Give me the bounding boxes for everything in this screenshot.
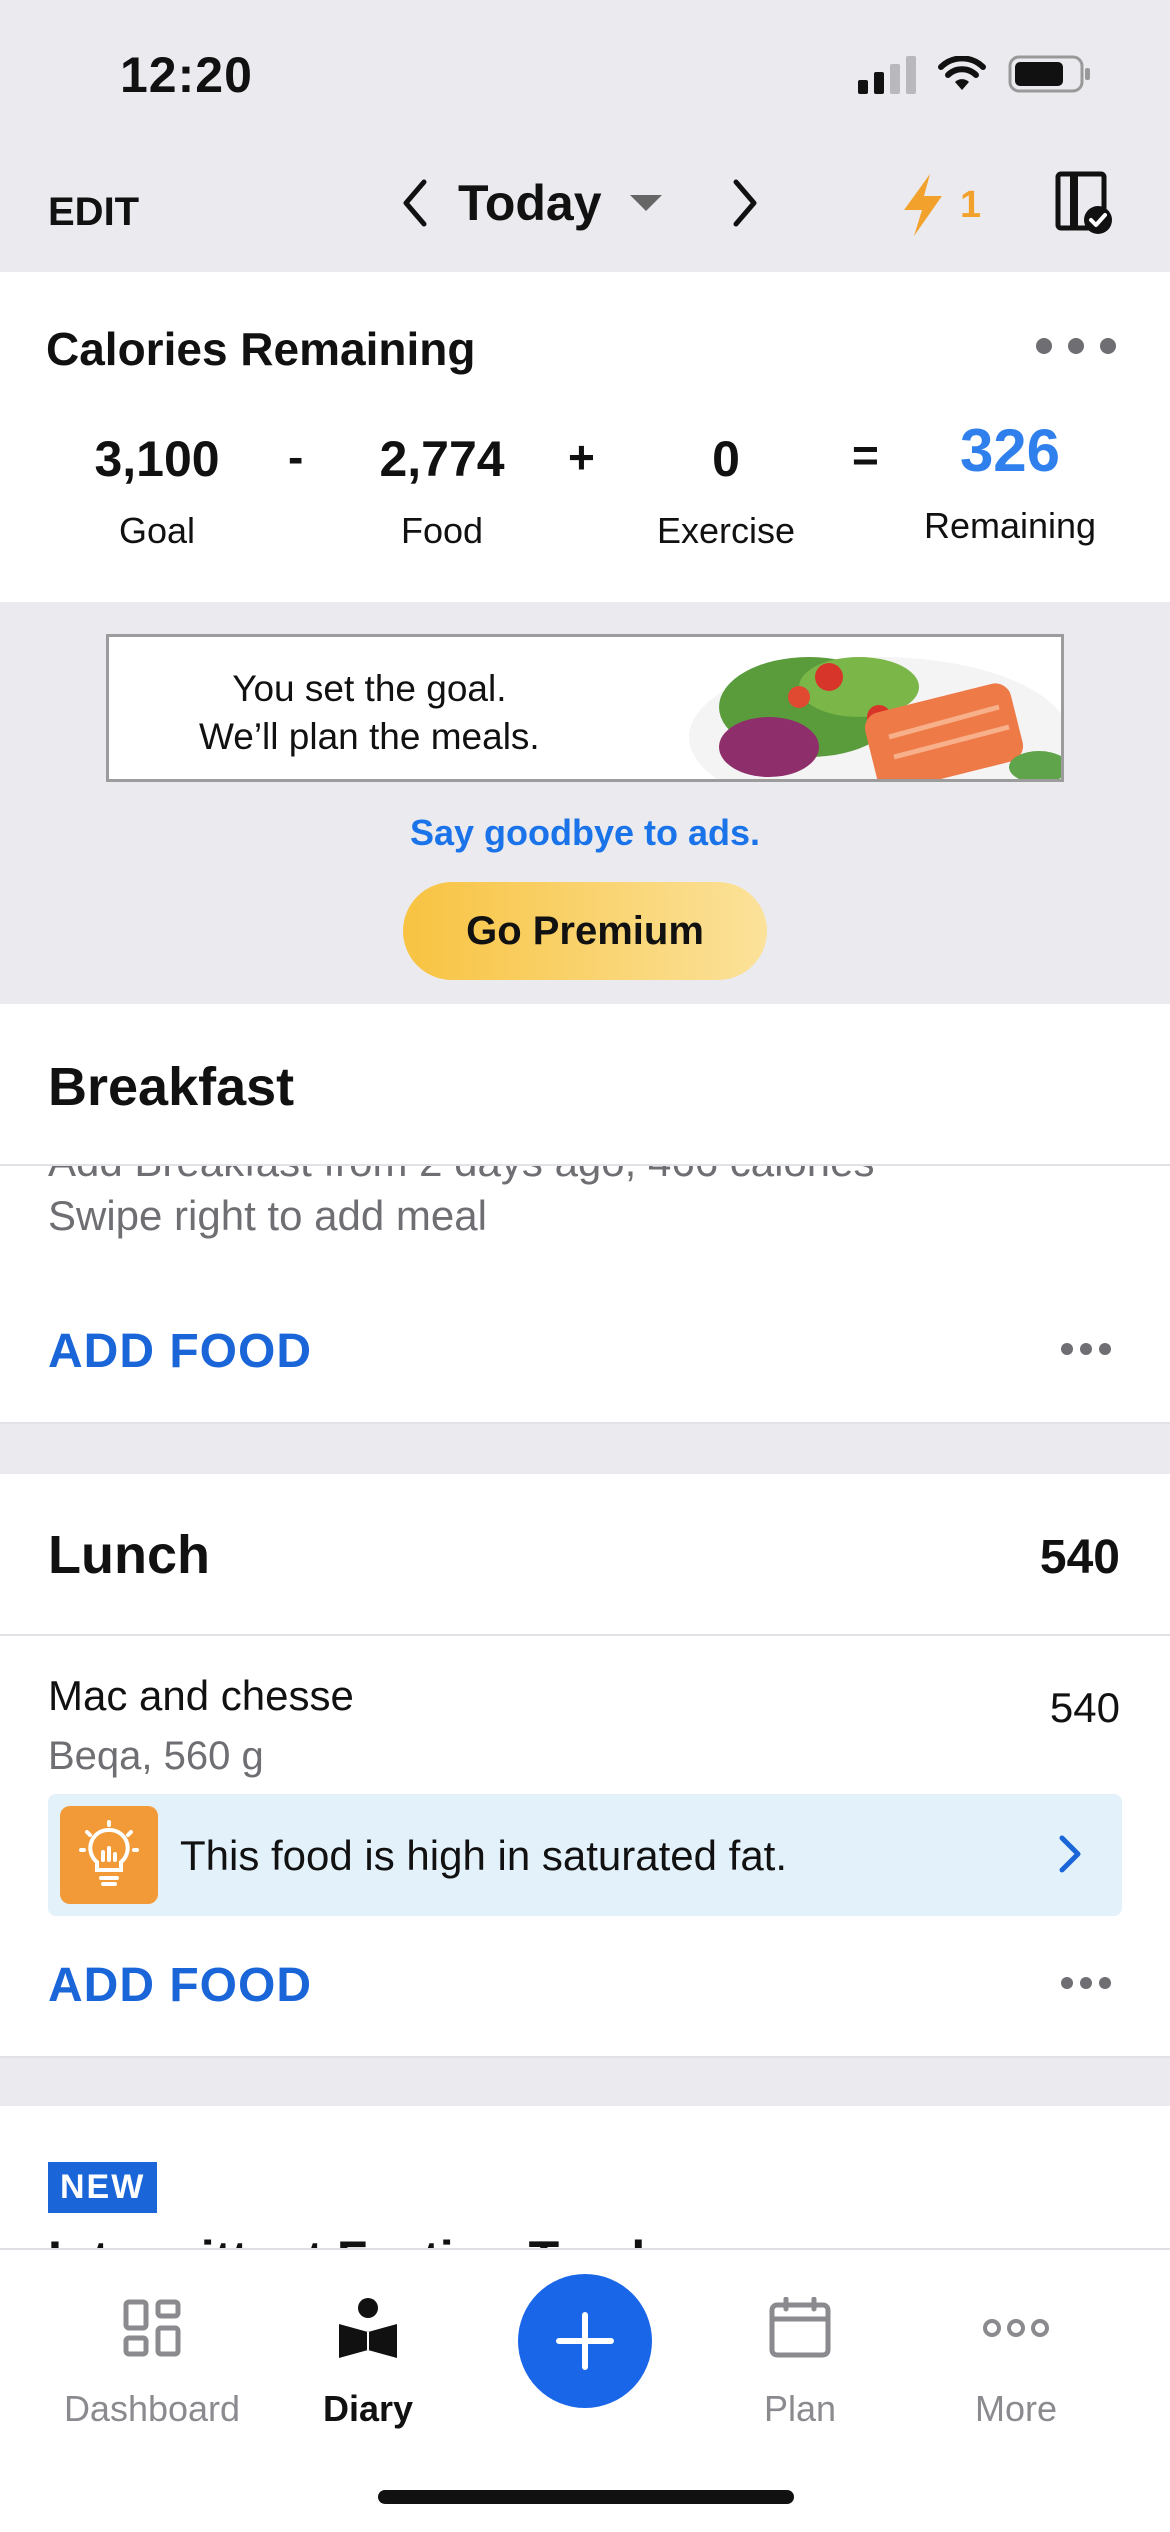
exercise-label: Exercise [656,510,796,551]
status-bar: 12:20 [0,0,1170,140]
ad-banner[interactable]: You set the goal. We’ll plan the meals. [106,634,1064,782]
chevron-right-icon [1059,1835,1081,1873]
wifi-icon [938,56,986,90]
ad-text: You set the goal. We’ll plan the meals. [199,665,540,761]
breakfast-add-food-button[interactable]: ADD FOOD [48,1324,312,1379]
breakfast-title: Breakfast [48,1057,295,1117]
top-nav: EDIT Today 1 [0,140,1170,272]
swipe-hint: Swipe right to add meal [48,1192,487,1239]
food-calories: 540 [1049,1684,1120,1731]
more-icon [906,2290,1126,2366]
divider [0,1164,1170,1166]
breakfast-section: Breakfast Add Breakfast from 2 days ago,… [0,1004,1170,1424]
status-time: 12:20 [120,47,253,103]
food-label: Food [400,510,484,551]
remaining-label: Remaining [923,505,1097,546]
chevron-right-icon[interactable] [730,178,760,228]
salmon-salad-image [689,657,1061,779]
calories-remaining-card[interactable]: Calories Remaining 3,100 Goal - 2,774 Fo… [0,272,1170,602]
diary-icon [258,2290,478,2366]
tab-label: Diary [322,2388,414,2429]
chevron-left-icon[interactable] [400,178,430,228]
tab-more[interactable]: More [906,2290,1126,2430]
fasting-title: Intermittent Fasting Tracker [48,2230,707,2248]
plus-icon [556,2312,614,2370]
breakfast-more-icon[interactable] [1060,1342,1112,1356]
dropdown-caret-icon[interactable] [629,193,662,213]
streak-indicator[interactable]: 1 [900,172,981,238]
food-detail: Beqa, 560 g [48,1734,264,1778]
calories-title: Calories Remaining [46,323,476,375]
cellular-signal-icon [858,54,916,94]
goal-value: 3,100 [94,431,220,487]
quick-add-partial-text: Add Breakfast from 2 days ago, 466 calor… [48,1164,874,1186]
food-name: Mac and chesse [48,1672,354,1719]
lightbulb-icon [60,1806,158,1904]
divider [0,1422,1170,1424]
tab-label: More [974,2388,1058,2429]
streak-count: 1 [960,183,982,226]
insight-text: This food is high in saturated fat. [180,1832,788,1879]
tab-dashboard[interactable]: Dashboard [42,2290,262,2430]
food-column: 2,774 Food [352,430,532,552]
lunch-title: Lunch [48,1525,210,1585]
goal-column: 3,100 Goal [67,430,247,552]
ad-line-1: You set the goal. [232,668,507,709]
ad-line-2: We’ll plan the meals. [199,716,540,757]
status-icons [858,54,1092,94]
lunch-add-food-button[interactable]: ADD FOOD [48,1958,312,2013]
more-options-icon[interactable] [1034,336,1118,356]
minus-operator: - [288,431,304,483]
calendar-icon [690,2290,910,2366]
remaining-column: 326 Remaining [910,416,1110,547]
nutrition-insight-banner[interactable]: This food is high in saturated fat. [48,1794,1122,1916]
lunch-total-calories: 540 [1039,1531,1120,1584]
planner-check-icon[interactable] [1054,170,1116,236]
fasting-tracker-card[interactable]: NEW Intermittent Fasting Tracker [0,2106,1170,2248]
goal-label: Goal [118,510,196,551]
remaining-value: 326 [959,417,1061,484]
food-value: 2,774 [379,431,505,487]
edit-button[interactable]: EDIT [48,190,139,235]
remove-ads-link[interactable]: Say goodbye to ads. [0,812,1170,854]
tab-label: Plan [763,2388,837,2429]
lunch-section: Lunch 540 Mac and chesse Beqa, 560 g 540… [0,1474,1170,2056]
tab-plan[interactable]: Plan [690,2290,910,2430]
dashboard-icon [42,2290,262,2366]
lightning-icon [904,174,942,236]
home-indicator [378,2490,794,2504]
lunch-more-icon[interactable] [1060,1976,1112,1990]
food-entry[interactable]: Mac and chesse Beqa, 560 g 540 [0,1636,1170,1786]
divider [0,2056,1170,2058]
battery-icon [1008,55,1090,93]
new-badge: NEW [48,2162,158,2213]
tab-diary[interactable]: Diary [258,2290,478,2430]
plus-operator: + [568,431,595,483]
add-entry-button[interactable] [518,2274,652,2408]
tab-label: Dashboard [63,2388,241,2429]
exercise-value: 0 [712,431,740,487]
equals-operator: = [852,429,879,481]
date-navigator: Today [400,174,760,232]
go-premium-button[interactable]: Go Premium [403,882,767,980]
date-label[interactable]: Today [458,174,602,232]
exercise-column: 0 Exercise [636,430,816,552]
ad-area: You set the goal. We’ll plan the meals. … [0,602,1170,1004]
